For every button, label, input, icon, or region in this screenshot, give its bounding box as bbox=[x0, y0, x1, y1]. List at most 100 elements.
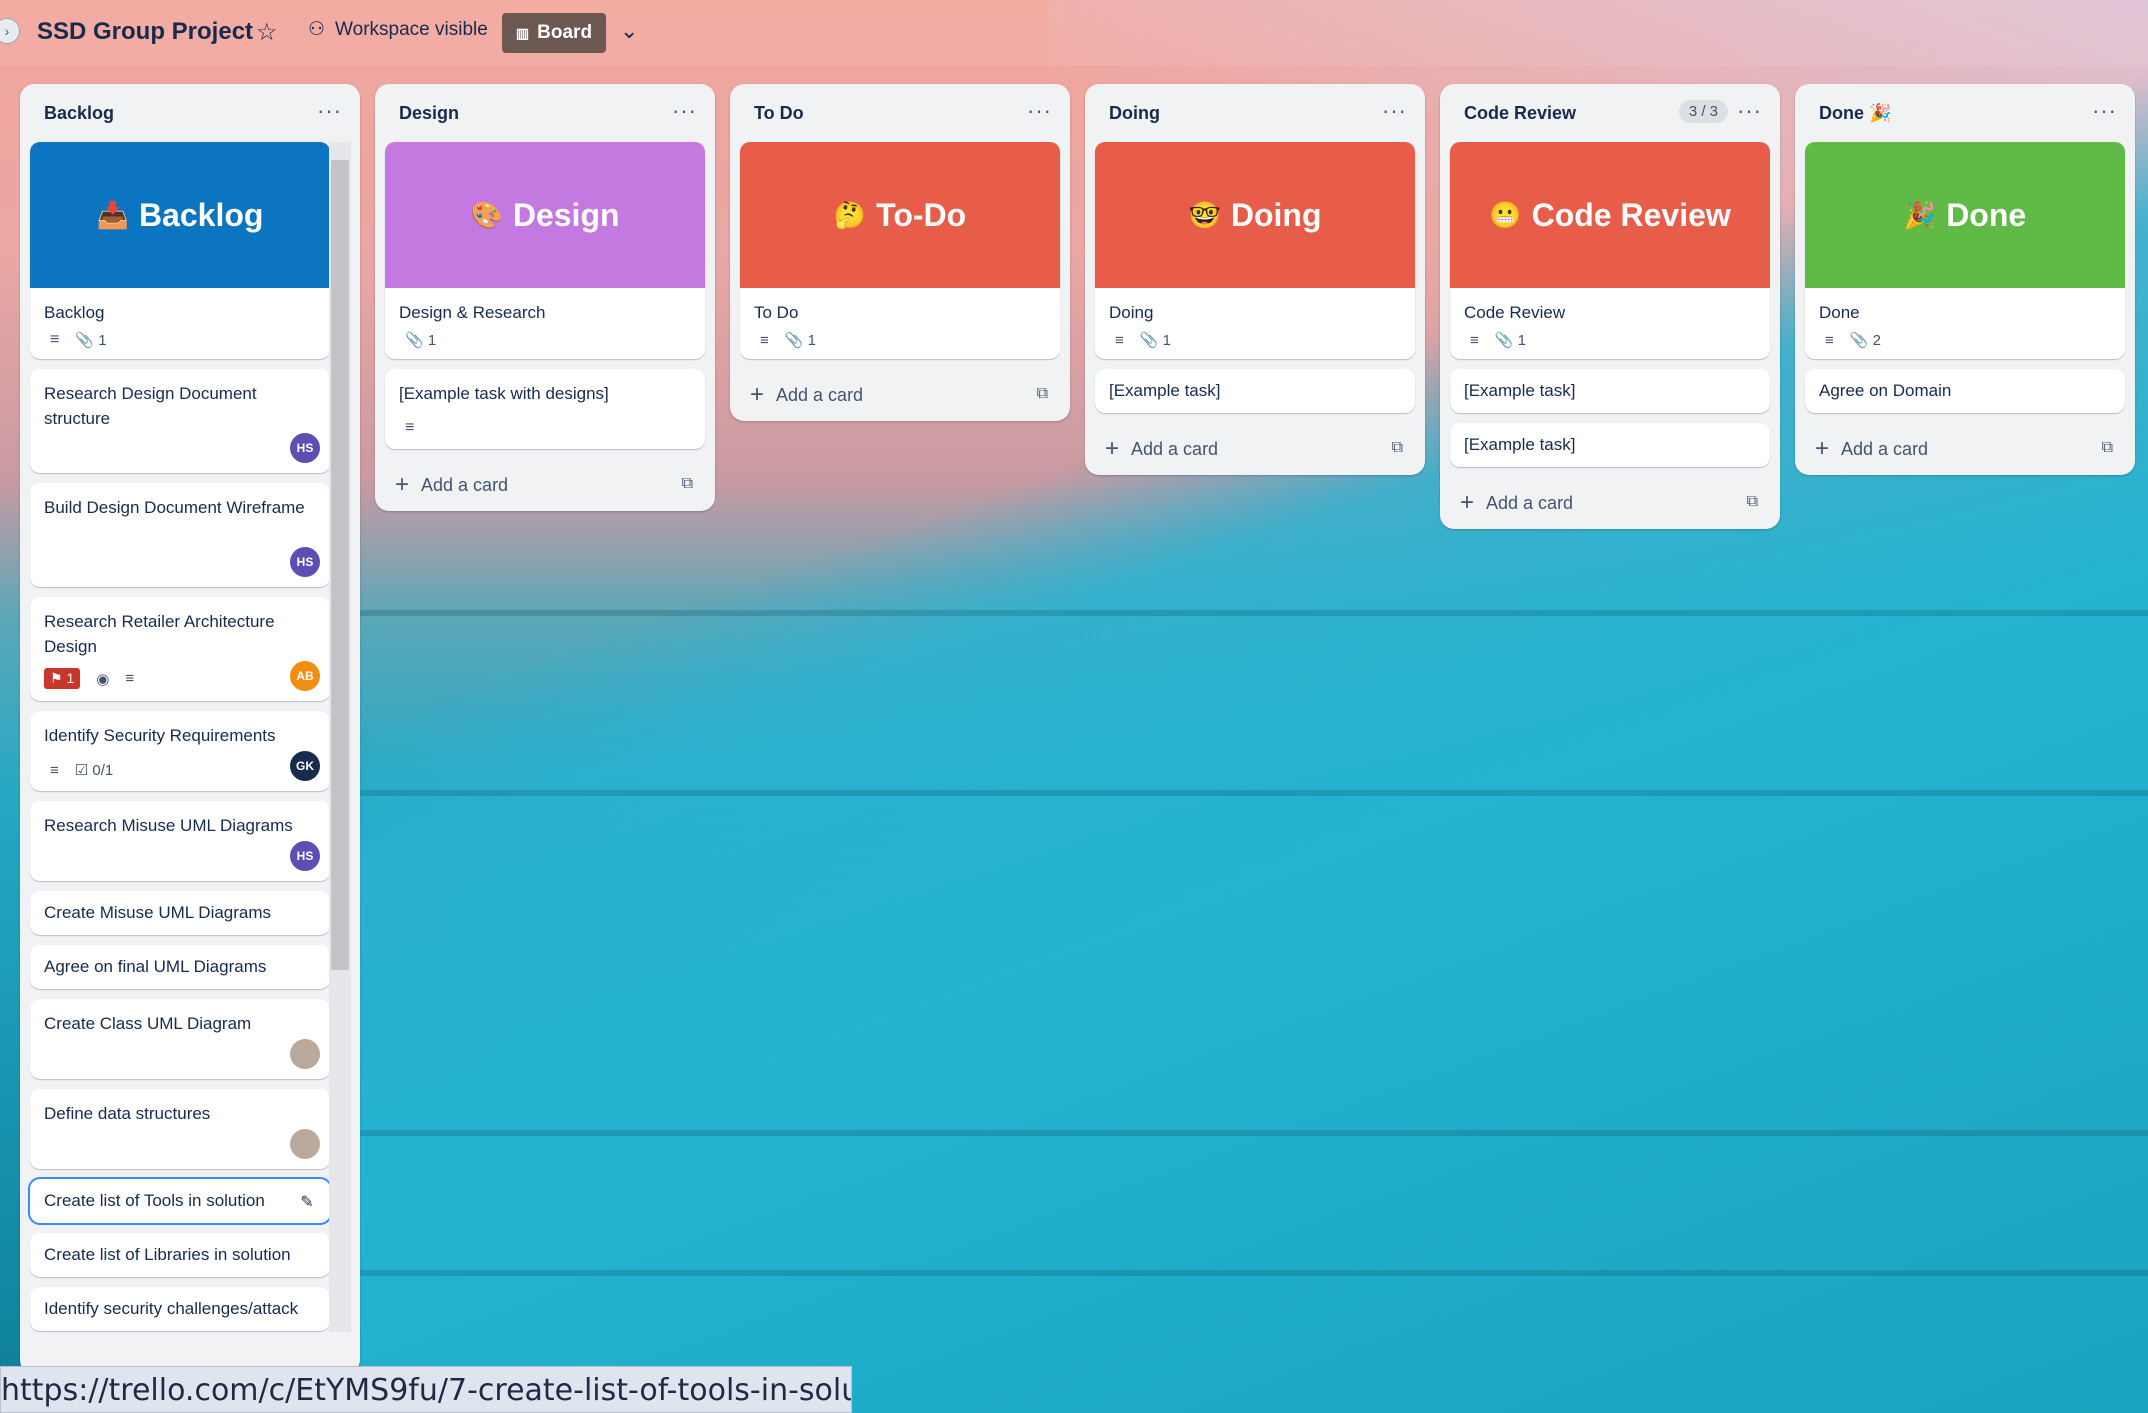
list-item[interactable]: Build Design Document Wireframe HS bbox=[30, 483, 330, 587]
cover-text: Design bbox=[512, 196, 620, 233]
sidebar-expand-icon[interactable]: › bbox=[0, 18, 20, 44]
card-title: Code Review bbox=[1464, 303, 1566, 322]
card-cover[interactable]: 🎉 Done Done ≡ 📎 2 bbox=[1805, 142, 2125, 359]
more-icon[interactable]: ··· bbox=[1737, 98, 1762, 124]
template-icon[interactable]: ⧉ bbox=[682, 475, 693, 493]
template-icon[interactable]: ⧉ bbox=[1747, 493, 1758, 511]
add-card-button[interactable]: + Add a card ⧉ bbox=[1440, 477, 1780, 529]
card-cover-image: 🎉 Done bbox=[1805, 142, 2125, 288]
card-cover[interactable]: 🎨 Design Design & Research 📎 1 bbox=[385, 142, 705, 359]
more-icon[interactable]: ··· bbox=[317, 98, 342, 124]
avatar-photo[interactable] bbox=[290, 1039, 320, 1069]
card-cover[interactable]: 🤔 To-Do To Do ≡ 📎 1 bbox=[740, 142, 1060, 359]
card-cover[interactable]: 😬 Code Review Code Review ≡ 📎 1 bbox=[1450, 142, 1770, 359]
list-design: Design ··· 🎨 Design Design & Research 📎 … bbox=[375, 84, 715, 511]
people-icon: ⚇ bbox=[308, 19, 326, 40]
list-item[interactable]: Agree on Domain bbox=[1805, 369, 2125, 413]
card-cover-image: 🤓 Doing bbox=[1095, 142, 1415, 288]
card-badges: ≡ 📎 1 bbox=[1450, 329, 1770, 359]
description-icon: ≡ bbox=[1825, 331, 1834, 349]
add-card-button[interactable]: + Add a card ⧉ bbox=[730, 369, 1070, 421]
avatar[interactable]: AB bbox=[290, 661, 320, 691]
card-title: Agree on final UML Diagrams bbox=[44, 957, 267, 976]
list-item[interactable]: Research Design Document structure HS bbox=[30, 369, 330, 473]
list-item[interactable]: Identify Security Requirements ≡ ☑ 0/1 G… bbox=[30, 711, 330, 791]
list-title[interactable]: Backlog bbox=[44, 103, 114, 124]
list-item[interactable]: Research Misuse UML Diagrams HS bbox=[30, 801, 330, 881]
add-card-button[interactable]: + Add a card ⧉ bbox=[1795, 423, 2135, 475]
attachment-icon: 📎 2 bbox=[1849, 332, 1881, 349]
template-icon[interactable]: ⧉ bbox=[1037, 385, 1048, 403]
checklist-icon: ☑ 0/1 bbox=[74, 762, 114, 779]
avatar[interactable]: GK bbox=[290, 751, 320, 781]
list-item[interactable]: Agree on final UML Diagrams bbox=[30, 945, 330, 989]
card-title: Identify Security Requirements bbox=[44, 726, 276, 745]
list-item[interactable]: Research Retailer Architecture Design ⚑ … bbox=[30, 597, 330, 701]
card-cover[interactable]: 📥 Backlog Backlog ≡ 📎 1 bbox=[30, 142, 330, 359]
list-header: Done 🎉 ··· bbox=[1795, 84, 2135, 142]
list-title[interactable]: Code Review bbox=[1464, 103, 1576, 124]
pencil-icon[interactable]: ✎ bbox=[292, 1187, 322, 1217]
board-view-button[interactable]: ▥ Board bbox=[502, 13, 606, 53]
avatar[interactable]: HS bbox=[290, 547, 320, 577]
list-item[interactable]: Create Misuse UML Diagrams bbox=[30, 891, 330, 935]
card-cover-image: 😬 Code Review bbox=[1450, 142, 1770, 288]
list-title[interactable]: Design bbox=[399, 103, 459, 124]
description-icon: ≡ bbox=[760, 331, 769, 349]
add-card-button[interactable]: + Add a card ⧉ bbox=[375, 459, 715, 511]
more-icon[interactable]: ··· bbox=[672, 98, 697, 124]
nerd-icon: 🤓 bbox=[1188, 199, 1221, 230]
template-icon[interactable]: ⧉ bbox=[1392, 439, 1403, 457]
list-title[interactable]: Doing bbox=[1109, 103, 1160, 124]
scroll-thumb[interactable] bbox=[331, 160, 349, 970]
list-item[interactable]: Define data structures bbox=[30, 1089, 330, 1169]
board-header: › SSD Group Project ☆ ⚇ Workspace visibl… bbox=[0, 0, 2148, 66]
plus-icon: + bbox=[1460, 489, 1475, 516]
list-scrollbar[interactable] bbox=[329, 142, 351, 1332]
party-icon: 🎉 bbox=[1903, 199, 1937, 230]
watch-icon: ◉ bbox=[96, 670, 110, 688]
list-item[interactable]: [Example task with designs] ≡ bbox=[385, 369, 705, 449]
list-title[interactable]: To Do bbox=[754, 103, 804, 124]
add-card-button[interactable]: + Add a card ⧉ bbox=[1085, 423, 1425, 475]
background-band bbox=[360, 1270, 2148, 1276]
more-icon[interactable]: ··· bbox=[1027, 98, 1052, 124]
due-badge[interactable]: ⚑ 1 bbox=[44, 668, 81, 689]
card-title: Identify security challenges/attack bbox=[44, 1299, 299, 1318]
background-band bbox=[360, 610, 2148, 616]
cover-text: Code Review bbox=[1531, 196, 1731, 233]
visibility-button[interactable]: ⚇ Workspace visible bbox=[308, 18, 488, 41]
status-bar-url: https://trello.com/c/EtYMS9fu/7-create-l… bbox=[0, 1366, 852, 1413]
description-icon: ≡ bbox=[125, 670, 135, 687]
more-icon[interactable]: ··· bbox=[1382, 98, 1407, 124]
card-title: Define data structures bbox=[44, 1104, 211, 1123]
more-icon[interactable]: ··· bbox=[2092, 98, 2117, 124]
list-item[interactable]: Create Class UML Diagram bbox=[30, 999, 330, 1079]
card-title: Backlog bbox=[44, 303, 105, 322]
inbox-icon: 📥 bbox=[96, 199, 129, 230]
card-cover[interactable]: 🤓 Doing Doing ≡ 📎 1 bbox=[1095, 142, 1415, 359]
template-icon[interactable]: ⧉ bbox=[2102, 439, 2113, 457]
avatar[interactable]: HS bbox=[290, 841, 320, 871]
list-item[interactable]: Identify security challenges/attack bbox=[30, 1287, 330, 1331]
avatar-photo[interactable] bbox=[290, 1129, 320, 1159]
list-item[interactable]: Create list of Libraries in solution bbox=[30, 1233, 330, 1277]
avatar[interactable]: HS bbox=[290, 433, 320, 463]
description-icon: ≡ bbox=[1115, 331, 1124, 349]
board-title[interactable]: SSD Group Project bbox=[37, 18, 253, 46]
card-title: Research Misuse UML Diagrams bbox=[44, 816, 293, 835]
card-title: [Example task] bbox=[1464, 381, 1576, 400]
list-item[interactable]: [Example task] bbox=[1450, 369, 1770, 413]
star-icon[interactable]: ☆ bbox=[256, 18, 278, 47]
visibility-label: Workspace visible bbox=[335, 18, 488, 40]
card-badges: ⚑ 1 ◉ ≡ bbox=[44, 668, 134, 689]
list-item-focused[interactable]: Create list of Tools in solution ✎ bbox=[28, 1177, 332, 1225]
card-badges: ≡ 📎 1 bbox=[30, 329, 330, 359]
list-header: To Do ··· bbox=[730, 84, 1070, 142]
chevron-down-icon[interactable]: ⌄ bbox=[620, 18, 638, 44]
list-title[interactable]: Done 🎉 bbox=[1819, 103, 1891, 124]
list-item[interactable]: [Example task] bbox=[1095, 369, 1415, 413]
list-header: Backlog ··· bbox=[20, 84, 360, 142]
list-item[interactable]: [Example task] bbox=[1450, 423, 1770, 467]
card-badges: ≡ 📎 2 bbox=[1805, 329, 2125, 359]
